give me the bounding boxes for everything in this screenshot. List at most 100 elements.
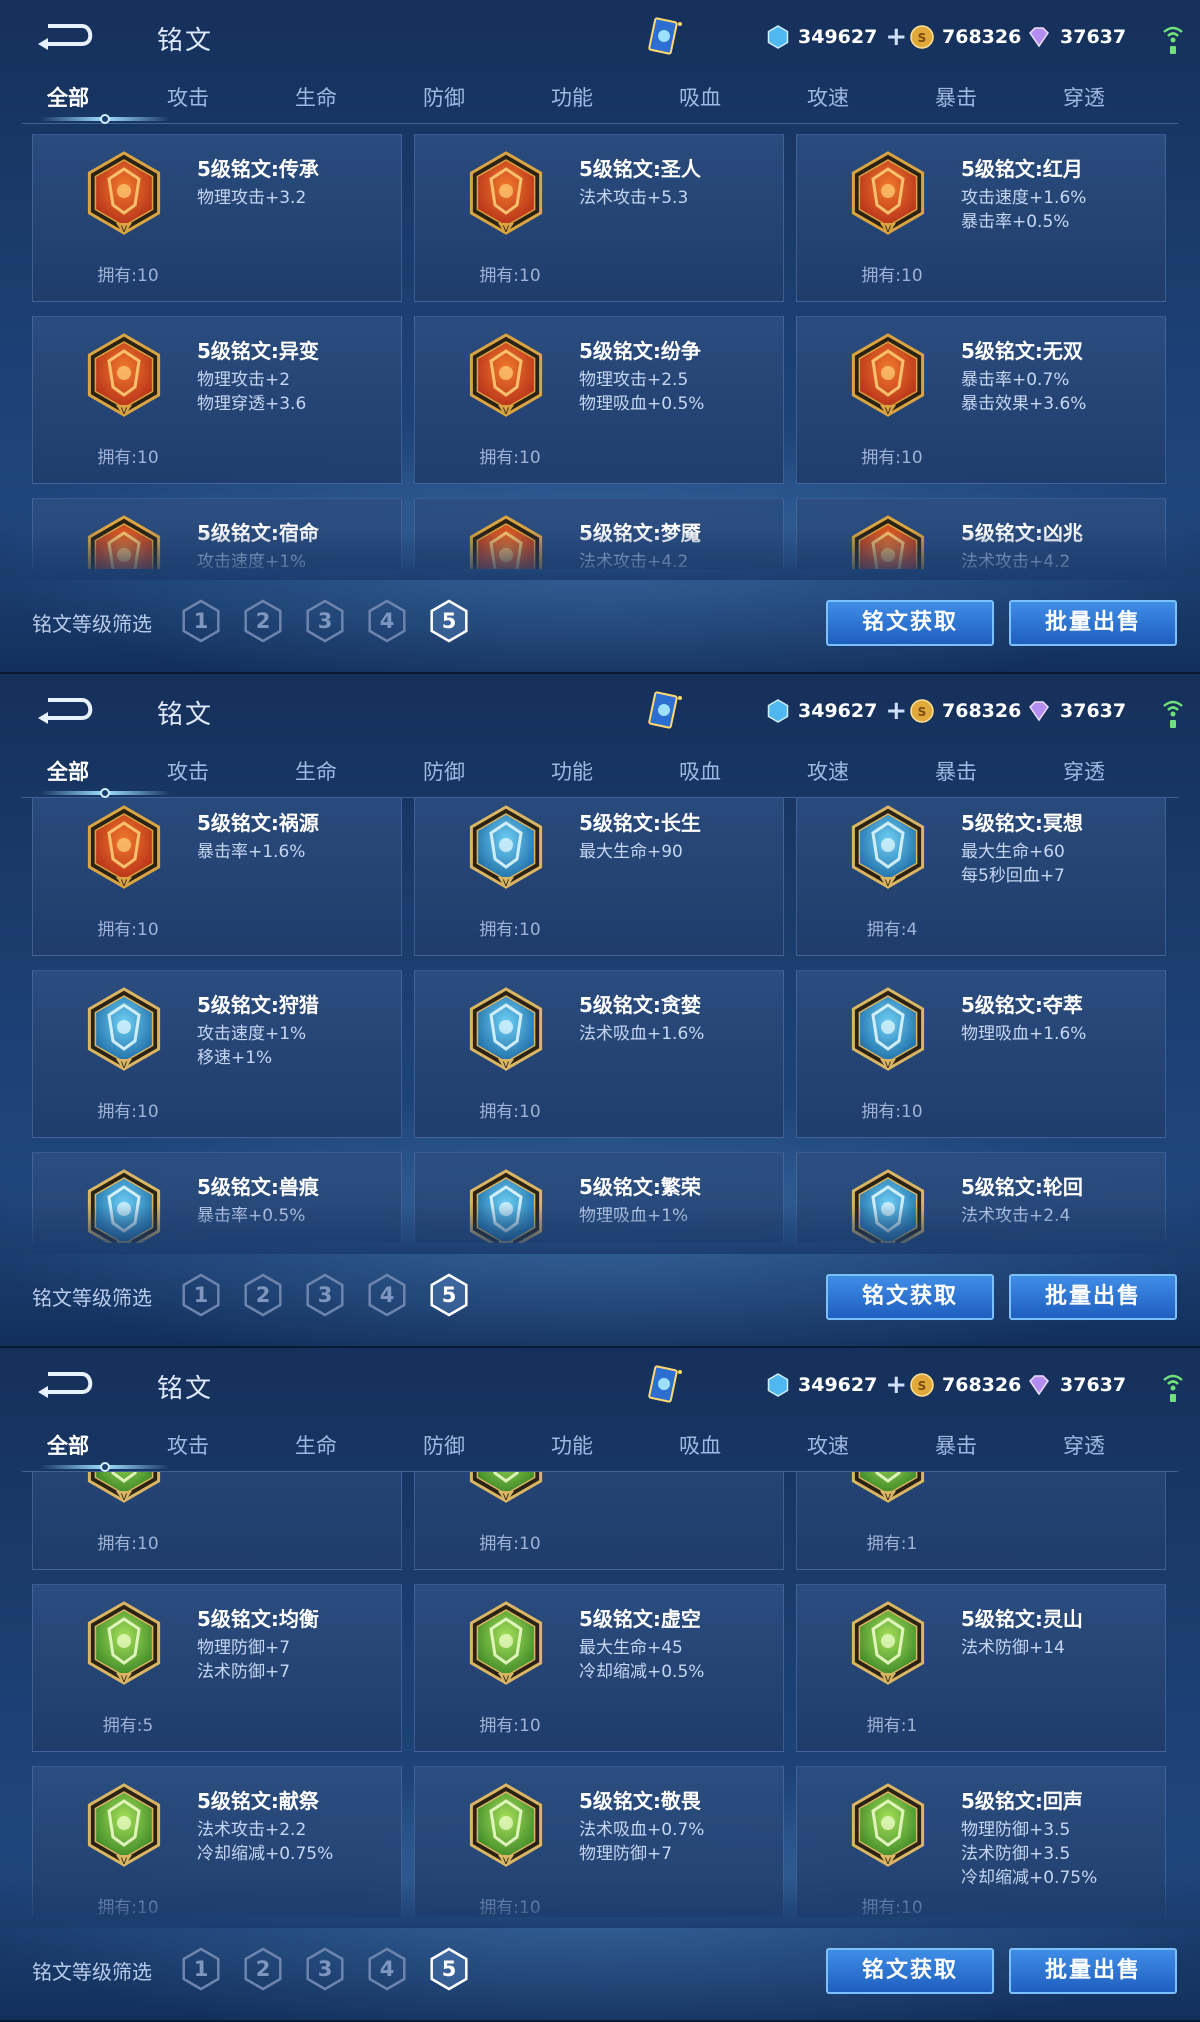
get-inscription-button[interactable]: 铭文获取 xyxy=(826,600,994,646)
inscription-card-icon[interactable] xyxy=(642,1364,686,1408)
level-filter-button[interactable]: 3 xyxy=(304,598,346,644)
add-diamond-button[interactable]: + xyxy=(885,698,907,724)
inscription-card[interactable]: V 5级铭文:红月 攻击速度+1.6% 暴击率+0.5% 拥有:10 xyxy=(796,134,1166,302)
tab-category[interactable]: 穿透 xyxy=(1034,756,1134,786)
inscription-card[interactable]: V 5级铭文:回声 物理防御+3.5 法术防御+3.5 冷却缩减+0.75% 拥有:10 xyxy=(796,1766,1166,1917)
tab-category[interactable]: 暴击 xyxy=(906,756,1006,786)
rune-blue-icon: V xyxy=(469,805,543,889)
tab-category[interactable]: 防御 xyxy=(394,756,494,786)
level-filter-button[interactable]: 2 xyxy=(242,1946,284,1992)
inscription-card[interactable]: V 5级铭文:贪婪 法术吸血+1.6% 拥有:10 xyxy=(414,970,784,1138)
level-filter-button[interactable]: 2 xyxy=(242,598,284,644)
tab-category[interactable]: 暴击 xyxy=(906,1430,1006,1460)
level-filter-button[interactable]: 5 xyxy=(428,1272,470,1318)
inscription-stat: 冷却缩减+0.5% xyxy=(579,1662,705,1682)
tab-category[interactable]: 全部 xyxy=(18,82,118,112)
level-filter-button[interactable]: 4 xyxy=(366,1946,408,1992)
level-filter-button[interactable]: 1 xyxy=(180,1272,222,1318)
tab-category[interactable]: 暴击 xyxy=(906,82,1006,112)
back-arrow-icon[interactable] xyxy=(34,692,100,726)
tab-category[interactable]: 吸血 xyxy=(650,82,750,112)
inscription-card[interactable]: V 拥有:1 xyxy=(796,1472,1166,1570)
tab-category[interactable]: 生命 xyxy=(266,756,366,786)
level-filter-button[interactable]: 1 xyxy=(180,1946,222,1992)
bulk-sell-button[interactable]: 批量出售 xyxy=(1009,1948,1177,1994)
inscription-card[interactable]: V 5级铭文:轮回 法术攻击+2.4 xyxy=(796,1152,1166,1243)
inscription-card[interactable]: V 5级铭文:虚空 最大生命+45 冷却缩减+0.5% 拥有:10 xyxy=(414,1584,784,1752)
bulk-sell-button[interactable]: 批量出售 xyxy=(1009,600,1177,646)
rune-blue-icon: V xyxy=(469,987,543,1071)
inscription-name: 5级铭文:虚空 xyxy=(579,1607,701,1631)
inscription-card[interactable]: V 5级铭文:异变 物理攻击+2 物理穿透+3.6 拥有:10 xyxy=(32,316,402,484)
tab-category[interactable]: 功能 xyxy=(522,756,622,786)
tab-category[interactable]: 攻击 xyxy=(138,1430,238,1460)
tab-category[interactable]: 防御 xyxy=(394,82,494,112)
inscription-card[interactable]: V 拥有:10 xyxy=(414,1472,784,1570)
inscription-card[interactable]: V 5级铭文:圣人 法术攻击+5.3 拥有:10 xyxy=(414,134,784,302)
tab-category[interactable]: 攻击 xyxy=(138,756,238,786)
footer-bar: 铭文等级筛选 1 2 3 4 5 铭文获取 批量出售 xyxy=(0,1254,1200,1334)
inscription-panel: 铭文 349627 + S 768326 37637 全部 攻击 生命 防御 功能 吸血 攻速 暴击 穿透 V… xyxy=(0,1348,1200,2022)
inscription-card[interactable]: V 5级铭文:祸源 暴击率+1.6% 拥有:10 xyxy=(32,798,402,956)
inscription-card[interactable]: V 5级铭文:宿命 攻击速度+1% xyxy=(32,498,402,569)
level-filter-button[interactable]: 5 xyxy=(428,1946,470,1992)
resource-value: 349627 xyxy=(798,700,878,722)
tab-category[interactable]: 吸血 xyxy=(650,1430,750,1460)
tab-category[interactable]: 攻速 xyxy=(778,82,878,112)
tab-category[interactable]: 穿透 xyxy=(1034,82,1134,112)
inscription-card-icon[interactable] xyxy=(642,690,686,734)
svg-text:V: V xyxy=(885,1675,892,1685)
tab-category[interactable]: 功能 xyxy=(522,1430,622,1460)
inscription-card[interactable]: V 5级铭文:传承 物理攻击+3.2 拥有:10 xyxy=(32,134,402,302)
tab-category[interactable]: 生命 xyxy=(266,1430,366,1460)
tab-category[interactable]: 全部 xyxy=(18,756,118,786)
get-inscription-button[interactable]: 铭文获取 xyxy=(826,1948,994,1994)
inscription-card[interactable]: V 5级铭文:狩猎 攻击速度+1% 移速+1% 拥有:10 xyxy=(32,970,402,1138)
inscription-card[interactable]: V 拥有:10 xyxy=(32,1472,402,1570)
inscription-card[interactable]: V 5级铭文:无双 暴击率+0.7% 暴击效果+3.6% 拥有:10 xyxy=(796,316,1166,484)
level-filter-button[interactable]: 3 xyxy=(304,1272,346,1318)
resource-value: 37637 xyxy=(1060,1374,1127,1396)
tab-category[interactable]: 攻速 xyxy=(778,1430,878,1460)
back-arrow-icon[interactable] xyxy=(34,1366,100,1400)
level-filter-button[interactable]: 1 xyxy=(180,598,222,644)
tab-category[interactable]: 全部 xyxy=(18,1430,118,1460)
inscription-card[interactable]: V 5级铭文:兽痕 暴击率+0.5% xyxy=(32,1152,402,1243)
inscription-card[interactable]: V 5级铭文:灵山 法术防御+14 拥有:1 xyxy=(796,1584,1166,1752)
inscription-card[interactable]: V 5级铭文:凶兆 法术攻击+4.2 xyxy=(796,498,1166,569)
inscription-card[interactable]: V 5级铭文:纷争 物理攻击+2.5 物理吸血+0.5% 拥有:10 xyxy=(414,316,784,484)
level-filter-button[interactable]: 2 xyxy=(242,1272,284,1318)
level-filter-button[interactable]: 3 xyxy=(304,1946,346,1992)
level-filter-button[interactable]: 4 xyxy=(366,598,408,644)
inscription-card[interactable]: V 5级铭文:献祭 法术攻击+2.2 冷却缩减+0.75% 拥有:10 xyxy=(32,1766,402,1917)
rune-red-icon: V xyxy=(851,151,925,235)
inscription-card[interactable]: V 5级铭文:梦魇 法术攻击+4.2 xyxy=(414,498,784,569)
top-bar: 铭文 349627 + S 768326 37637 xyxy=(0,674,1200,746)
tab-category[interactable]: 功能 xyxy=(522,82,622,112)
get-inscription-button[interactable]: 铭文获取 xyxy=(826,1274,994,1320)
add-diamond-button[interactable]: + xyxy=(885,24,907,50)
inscription-card[interactable]: V 5级铭文:均衡 物理防御+7 法术防御+7 拥有:5 xyxy=(32,1584,402,1752)
add-diamond-button[interactable]: + xyxy=(885,1372,907,1398)
inscription-stat: 法术攻击+2.4 xyxy=(961,1206,1071,1226)
level-filter-button[interactable]: 5 xyxy=(428,598,470,644)
tab-category[interactable]: 吸血 xyxy=(650,756,750,786)
inscription-card[interactable]: V 5级铭文:繁荣 物理吸血+1% xyxy=(414,1152,784,1243)
inscription-card-icon[interactable] xyxy=(642,16,686,60)
inscription-card[interactable]: V 5级铭文:冥想 最大生命+60 每5秒回血+7 拥有:4 xyxy=(796,798,1166,956)
tab-category[interactable]: 穿透 xyxy=(1034,1430,1134,1460)
tab-category[interactable]: 攻击 xyxy=(138,82,238,112)
inscription-card[interactable]: V 5级铭文:长生 最大生命+90 拥有:10 xyxy=(414,798,784,956)
resource-value: 37637 xyxy=(1060,26,1127,48)
active-tab-indicator xyxy=(100,1462,110,1472)
back-arrow-icon[interactable] xyxy=(34,18,100,52)
inscription-card[interactable]: V 5级铭文:夺萃 物理吸血+1.6% 拥有:10 xyxy=(796,970,1166,1138)
bulk-sell-button[interactable]: 批量出售 xyxy=(1009,1274,1177,1320)
inscription-stat: 暴击率+1.6% xyxy=(197,842,306,862)
tab-category[interactable]: 防御 xyxy=(394,1430,494,1460)
tab-category[interactable]: 攻速 xyxy=(778,756,878,786)
owned-count: 拥有:10 xyxy=(97,920,159,940)
tab-category[interactable]: 生命 xyxy=(266,82,366,112)
level-filter-button[interactable]: 4 xyxy=(366,1272,408,1318)
inscription-card[interactable]: V 5级铭文:敬畏 法术吸血+0.7% 物理防御+7 拥有:10 xyxy=(414,1766,784,1917)
